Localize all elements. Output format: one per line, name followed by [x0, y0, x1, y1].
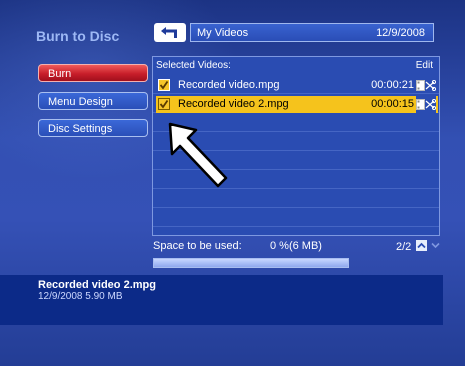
selected-file-info: Recorded video 2.mpg 12/9/2008 5.90 MB	[0, 275, 443, 325]
chevron-up-icon	[417, 242, 426, 249]
video-name: Recorded video.mpg	[178, 79, 280, 91]
selected-file-meta: 12/9/2008 5.90 MB	[38, 291, 123, 302]
disc-settings-button[interactable]: Disc Settings	[38, 119, 148, 137]
selected-videos-label: Selected Videos:	[156, 60, 231, 71]
list-item[interactable]: Recorded video.mpg 00:00:21	[156, 77, 438, 94]
pointer-arrow-icon	[168, 122, 228, 188]
folder-date: 12/9/2008	[376, 27, 425, 39]
page-count: 2/2	[396, 241, 412, 253]
folder-path: My Videos	[197, 27, 249, 39]
list-header: Selected Videos: Edit	[153, 57, 439, 75]
page-up-button[interactable]	[416, 240, 427, 251]
space-used-label: Space to be used:	[153, 240, 242, 252]
up-folder-button[interactable]	[154, 23, 186, 42]
space-used-progress	[153, 258, 349, 268]
checkmark-icon	[159, 80, 169, 90]
burn-button[interactable]: Burn	[38, 64, 148, 82]
folder-path-bar: My Videos 12/9/2008	[190, 23, 434, 42]
edit-link[interactable]: Edit	[416, 60, 433, 71]
video-duration: 00:00:15	[371, 98, 414, 110]
page-down-button[interactable]	[430, 240, 441, 251]
checkbox[interactable]	[158, 98, 170, 110]
chevron-down-icon	[431, 242, 440, 249]
menu-design-button[interactable]: Menu Design	[38, 92, 148, 110]
film-scissors-icon[interactable]	[416, 96, 437, 113]
list-item-selected[interactable]: Recorded video 2.mpg 00:00:15	[156, 96, 438, 113]
checkmark-icon	[159, 99, 169, 109]
up-arrow-icon	[161, 27, 177, 38]
video-name: Recorded video 2.mpg	[178, 98, 289, 110]
space-used-value: 0 %(6 MB)	[270, 240, 322, 252]
selected-file-name: Recorded video 2.mpg	[38, 279, 156, 291]
film-scissors-icon[interactable]	[416, 79, 437, 94]
video-duration: 00:00:21	[371, 79, 414, 91]
page-title: Burn to Disc	[36, 28, 120, 44]
space-used-progress-fill	[154, 259, 348, 267]
checkbox[interactable]	[158, 79, 170, 91]
burn-to-disc-screen: Burn to Disc Burn Menu Design Disc Setti…	[0, 0, 465, 366]
